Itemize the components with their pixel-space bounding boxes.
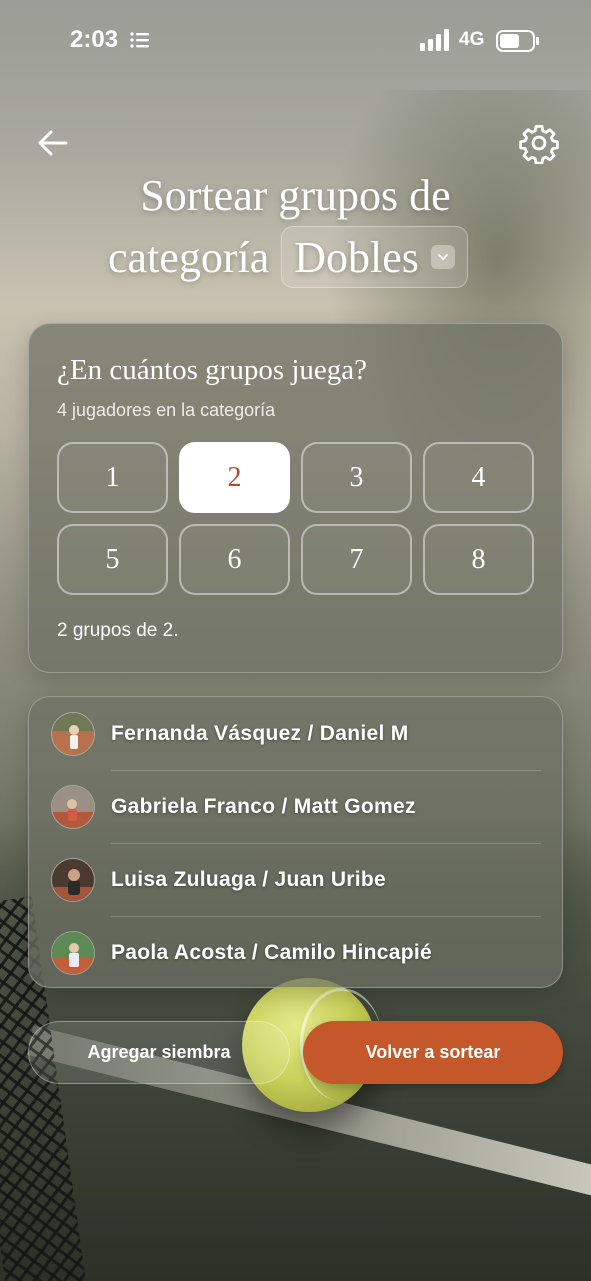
list-icon <box>130 31 150 54</box>
player-pair-name: Fernanda Vásquez / Daniel M <box>111 721 409 745</box>
group-option-3[interactable]: 3 <box>301 442 412 513</box>
players-list-card: Fernanda Vásquez / Daniel M Gabriela Fra… <box>28 696 563 988</box>
category-select[interactable]: Dobles <box>281 226 468 288</box>
list-item[interactable]: Gabriela Franco / Matt Gomez <box>51 770 541 843</box>
redraw-button[interactable]: Volver a sortear <box>303 1021 563 1084</box>
player-pair-name: Gabriela Franco / Matt Gomez <box>111 794 416 818</box>
groups-summary: 2 grupos de 2. <box>57 620 179 641</box>
list-item[interactable]: Paola Acosta / Camilo Hincapié <box>51 916 541 989</box>
gear-icon <box>519 124 559 165</box>
avatar <box>51 711 95 756</box>
avatar <box>51 857 95 902</box>
title-category-label: categoría <box>108 232 270 282</box>
list-item[interactable]: Luisa Zuluaga / Juan Uribe <box>51 843 541 916</box>
page-title-line2: categoría Dobles <box>108 226 468 288</box>
group-option-6[interactable]: 6 <box>179 524 290 595</box>
group-option-1[interactable]: 1 <box>57 442 168 513</box>
network-type: 4G <box>459 29 485 50</box>
page-title-line1: Sortear grupos de <box>140 171 451 220</box>
player-pair-name: Paola Acosta / Camilo Hincapié <box>111 940 432 964</box>
player-pair-name: Luisa Zuluaga / Juan Uribe <box>111 867 387 891</box>
group-option-7[interactable]: 7 <box>301 524 412 595</box>
category-select-value: Dobles <box>294 232 419 282</box>
groups-question: ¿En cuántos grupos juega? <box>57 354 368 386</box>
settings-button[interactable] <box>518 122 560 165</box>
chevron-down-icon <box>430 245 455 269</box>
battery-icon <box>496 30 540 57</box>
avatar <box>51 930 95 975</box>
groups-count-card: ¿En cuántos grupos juega? 4 jugadores en… <box>28 323 563 673</box>
group-option-8[interactable]: 8 <box>423 524 534 595</box>
status-time: 2:03 <box>70 26 119 53</box>
group-option-4[interactable]: 4 <box>423 442 534 513</box>
group-option-5[interactable]: 5 <box>57 524 168 595</box>
signal-icon <box>420 29 452 56</box>
groups-options-grid: 1 2 3 4 5 6 7 8 <box>57 442 535 595</box>
list-item[interactable]: Fernanda Vásquez / Daniel M <box>51 697 541 770</box>
back-button[interactable] <box>36 126 70 160</box>
avatar <box>51 784 95 829</box>
add-seed-button[interactable]: Agregar siembra <box>28 1021 290 1084</box>
players-count-text: 4 jugadores en la categoría <box>57 400 276 420</box>
group-option-2[interactable]: 2 <box>179 442 290 513</box>
status-bar: 2:03 4G <box>0 0 591 82</box>
arrow-left-icon <box>38 130 68 156</box>
